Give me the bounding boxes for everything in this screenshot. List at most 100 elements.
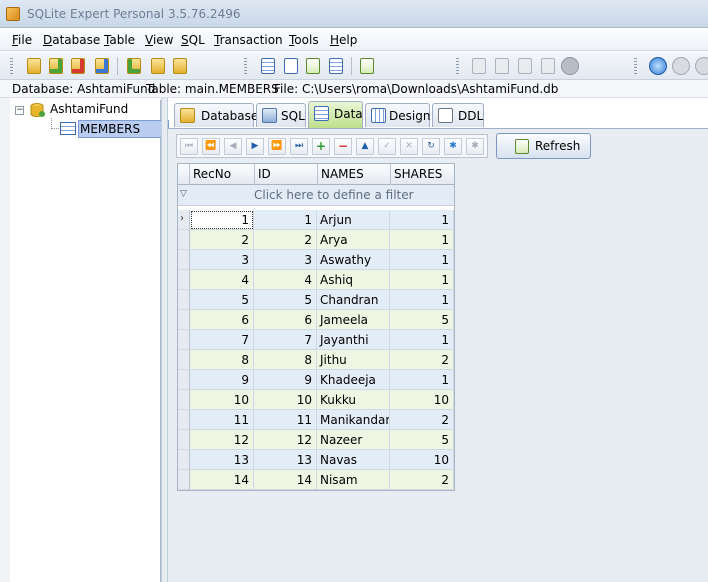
new-view-icon[interactable] — [469, 56, 489, 76]
cancel-updates-icon[interactable]: ✱ — [466, 138, 484, 155]
grid-cell-names[interactable]: Nazeer — [317, 430, 390, 450]
grid-cell-recno[interactable]: 3 — [190, 250, 254, 270]
new-table-icon[interactable] — [258, 56, 278, 76]
table-row[interactable]: 4 4 Ashiq 1 — [178, 270, 454, 290]
row-indicator[interactable] — [178, 430, 190, 450]
row-indicator[interactable] — [178, 450, 190, 470]
row-indicator[interactable] — [178, 330, 190, 350]
grid-cell-id[interactable]: 13 — [254, 450, 317, 470]
row-indicator[interactable] — [178, 470, 190, 490]
grid-cell-shares[interactable]: 2 — [390, 350, 454, 370]
grid-cell-names[interactable]: Chandran — [317, 290, 390, 310]
refresh-data-icon[interactable]: ↻ — [422, 138, 440, 155]
grid-cell-shares[interactable]: 1 — [390, 250, 454, 270]
menu-table[interactable]: Table — [104, 33, 135, 47]
grid-cell-id[interactable]: 14 — [254, 470, 317, 490]
grid-cell-recno[interactable]: 12 — [190, 430, 254, 450]
grid-cell-recno[interactable]: 5 — [190, 290, 254, 310]
detach-database-icon[interactable] — [148, 56, 168, 76]
delete-view-icon[interactable] — [515, 56, 535, 76]
edit-record-icon[interactable]: ▲ — [356, 138, 374, 155]
row-indicator[interactable] — [178, 230, 190, 250]
grid-cell-recno[interactable]: 9 — [190, 370, 254, 390]
grid-cell-id[interactable]: 1 — [254, 210, 317, 230]
table-row[interactable]: 6 6 Jameela 5 — [178, 310, 454, 330]
database-info-icon[interactable] — [170, 56, 190, 76]
row-indicator[interactable] — [178, 370, 190, 390]
grid-cell-shares[interactable]: 1 — [390, 370, 454, 390]
table-row[interactable]: 14 14 Nisam 2 — [178, 470, 454, 490]
grid-cell-names[interactable]: Kukku — [317, 390, 390, 410]
row-indicator[interactable]: › — [178, 210, 190, 230]
attach-database-icon[interactable] — [124, 56, 144, 76]
refresh-table-icon[interactable] — [303, 56, 323, 76]
tab-data[interactable]: Data — [308, 101, 363, 128]
table-row[interactable]: 9 9 Khadeeja 1 — [178, 370, 454, 390]
grid-cell-recno[interactable]: 8 — [190, 350, 254, 370]
column-header-shares[interactable]: SHARES — [390, 164, 454, 185]
tab-ddl[interactable]: DDL — [432, 103, 484, 127]
last-record-icon[interactable]: ⏭ — [290, 138, 308, 155]
table-row[interactable]: 13 13 Navas 10 — [178, 450, 454, 470]
menu-database[interactable]: Database — [43, 33, 100, 47]
menu-tools[interactable]: Tools — [289, 33, 319, 47]
grid-cell-names[interactable]: Navas — [317, 450, 390, 470]
grid-cell-shares[interactable]: 1 — [390, 330, 454, 350]
menu-sql[interactable]: SQL — [181, 33, 205, 47]
column-header-names[interactable]: NAMES — [317, 164, 390, 185]
cancel-icon[interactable] — [561, 57, 579, 75]
rename-table-icon[interactable] — [281, 56, 301, 76]
remove-database-icon[interactable] — [68, 56, 88, 76]
grid-cell-shares[interactable]: 1 — [390, 210, 454, 230]
grid-cell-id[interactable]: 3 — [254, 250, 317, 270]
table-row[interactable]: 7 7 Jayanthi 1 — [178, 330, 454, 350]
grid-cell-shares[interactable]: 10 — [390, 390, 454, 410]
grid-cell-id[interactable]: 8 — [254, 350, 317, 370]
cancel-edit-icon[interactable]: ✕ — [400, 138, 418, 155]
refresh-button[interactable]: Refresh — [496, 133, 591, 159]
delete-record-icon[interactable]: − — [334, 138, 352, 155]
data-grid[interactable]: RecNo ID NAMES SHARES ▽ Click here to de… — [177, 163, 455, 491]
grid-cell-shares[interactable]: 1 — [390, 290, 454, 310]
next-page-icon[interactable]: ⏩ — [268, 138, 286, 155]
edit-view-icon[interactable] — [492, 56, 512, 76]
table-properties-icon[interactable] — [326, 56, 346, 76]
import-data-icon[interactable] — [357, 56, 377, 76]
grid-cell-recno[interactable]: 6 — [190, 310, 254, 330]
grid-cell-id[interactable]: 4 — [254, 270, 317, 290]
grid-cell-names[interactable]: Ashiq — [317, 270, 390, 290]
grid-cell-id[interactable]: 7 — [254, 330, 317, 350]
grid-cell-names[interactable]: Arjun — [317, 210, 390, 230]
grid-cell-id[interactable]: 9 — [254, 370, 317, 390]
grid-cell-recno[interactable]: 14 — [190, 470, 254, 490]
prior-page-icon[interactable]: ⏪ — [202, 138, 220, 155]
row-indicator[interactable] — [178, 250, 190, 270]
grid-cell-names[interactable]: Jayanthi — [317, 330, 390, 350]
toolbar-grip[interactable] — [10, 58, 13, 74]
grid-cell-shares[interactable]: 1 — [390, 270, 454, 290]
post-edit-icon[interactable]: ✓ — [378, 138, 396, 155]
grid-cell-shares[interactable]: 2 — [390, 470, 454, 490]
toolbar-grip[interactable] — [456, 58, 459, 74]
row-indicator[interactable] — [178, 270, 190, 290]
grid-cell-names[interactable]: Jameela — [317, 310, 390, 330]
grid-cell-names[interactable]: Khadeeja — [317, 370, 390, 390]
insert-record-icon[interactable]: + — [312, 138, 330, 155]
tab-sql[interactable]: SQL — [256, 103, 306, 127]
rollback-icon[interactable] — [695, 57, 708, 75]
row-indicator[interactable] — [178, 410, 190, 430]
database-properties-icon[interactable] — [92, 56, 112, 76]
database-tree[interactable]: − AshtamiFund MEMBERS — [10, 100, 169, 582]
row-indicator[interactable] — [178, 390, 190, 410]
table-row[interactable]: 3 3 Aswathy 1 — [178, 250, 454, 270]
grid-cell-recno[interactable]: 1 — [190, 210, 254, 230]
table-row[interactable]: 11 11 Manikandan 2 — [178, 410, 454, 430]
grid-cell-shares[interactable]: 10 — [390, 450, 454, 470]
grid-cell-id[interactable]: 5 — [254, 290, 317, 310]
next-record-icon[interactable]: ▶ — [246, 138, 264, 155]
menu-view[interactable]: View — [145, 33, 173, 47]
table-row[interactable]: 12 12 Nazeer 5 — [178, 430, 454, 450]
grid-cell-recno[interactable]: 4 — [190, 270, 254, 290]
column-header-id[interactable]: ID — [254, 164, 317, 185]
table-row[interactable]: 2 2 Arya 1 — [178, 230, 454, 250]
